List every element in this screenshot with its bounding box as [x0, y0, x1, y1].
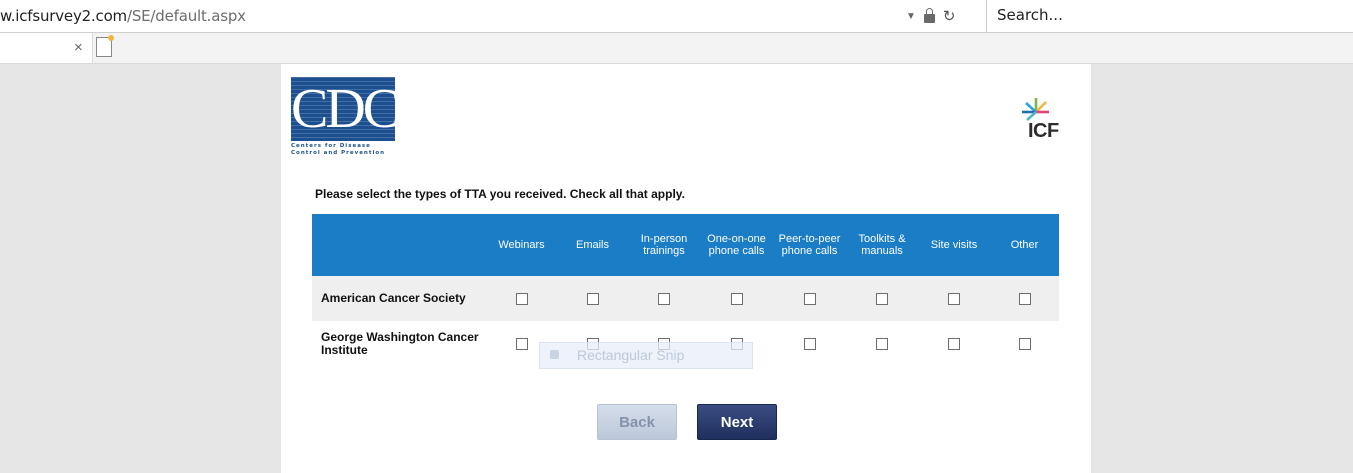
browser-search-box — [986, 0, 1353, 32]
cdc-logo-mark: CDC — [291, 77, 395, 141]
url-domain: w.icfsurvey2.com — [0, 7, 127, 25]
matrix-header-row: Webinars Emails In-person trainings One-… — [312, 214, 1059, 276]
back-button[interactable]: Back — [597, 404, 677, 440]
column-header: Toolkits & manuals — [846, 214, 918, 276]
column-header: Emails — [557, 214, 628, 276]
url-field[interactable]: w.icfsurvey2.com/SE/default.aspx — [0, 7, 246, 25]
refresh-icon[interactable]: ↻ — [943, 7, 956, 25]
column-header: Site visits — [918, 214, 990, 276]
browser-search-input[interactable] — [987, 0, 1337, 30]
matrix-corner — [312, 214, 486, 276]
browser-tab[interactable]: × — [0, 33, 93, 63]
address-bar-icons: ▼ ↻ — [906, 5, 955, 27]
checkbox[interactable] — [948, 293, 960, 306]
dropdown-arrow-icon[interactable]: ▼ — [906, 11, 916, 22]
cdc-logo-letters: CDC — [291, 78, 395, 140]
cdc-tagline-line2: Control and Prevention — [291, 150, 386, 156]
tab-bar: × — [0, 33, 1353, 64]
checkbox[interactable] — [948, 338, 960, 351]
close-tab-icon[interactable]: × — [74, 39, 83, 56]
question-text: Please select the types of TTA you recei… — [315, 187, 685, 201]
column-header: One-on-one phone calls — [700, 214, 773, 276]
url-path: /SE/default.aspx — [126, 7, 246, 25]
checkbox[interactable] — [803, 293, 816, 306]
lock-icon[interactable] — [923, 7, 935, 23]
matrix-row: American Cancer Society — [312, 276, 1059, 321]
checkbox[interactable] — [515, 293, 528, 306]
snip-tool-overlay: Rectangular Snip — [539, 342, 753, 369]
checkbox[interactable] — [1018, 338, 1031, 351]
column-header: Other — [990, 214, 1059, 276]
row-label: George Washington Cancer Institute — [312, 321, 486, 366]
checkbox[interactable] — [876, 293, 888, 306]
survey-page: CDC Centers for Disease Control and Prev… — [281, 64, 1091, 473]
checkbox[interactable] — [658, 293, 670, 306]
next-button[interactable]: Next — [697, 404, 777, 440]
checkbox[interactable] — [876, 338, 888, 351]
column-header: In-person trainings — [628, 214, 700, 276]
cdc-tagline-line1: Centers for Disease — [291, 143, 371, 149]
checkbox[interactable] — [803, 338, 816, 351]
cdc-logo: CDC Centers for Disease Control and Prev… — [291, 77, 395, 159]
row-label: American Cancer Society — [312, 276, 486, 321]
icf-logo: ICF — [1016, 94, 1071, 142]
icf-logo-text: ICF — [1028, 120, 1059, 142]
column-header: Peer-to-peer phone calls — [773, 214, 846, 276]
checkbox[interactable] — [586, 293, 599, 306]
checkbox[interactable] — [1018, 293, 1031, 306]
address-bar: w.icfsurvey2.com/SE/default.aspx ▼ ↻ — [0, 0, 1353, 33]
new-tab-icon[interactable] — [96, 35, 114, 57]
column-header: Webinars — [486, 214, 557, 276]
checkbox[interactable] — [730, 293, 743, 306]
snip-label: Rectangular Snip — [577, 347, 685, 363]
snip-icon — [550, 350, 559, 359]
cdc-logo-tagline: Centers for Disease Control and Preventi… — [291, 143, 395, 157]
checkbox[interactable] — [515, 338, 528, 351]
